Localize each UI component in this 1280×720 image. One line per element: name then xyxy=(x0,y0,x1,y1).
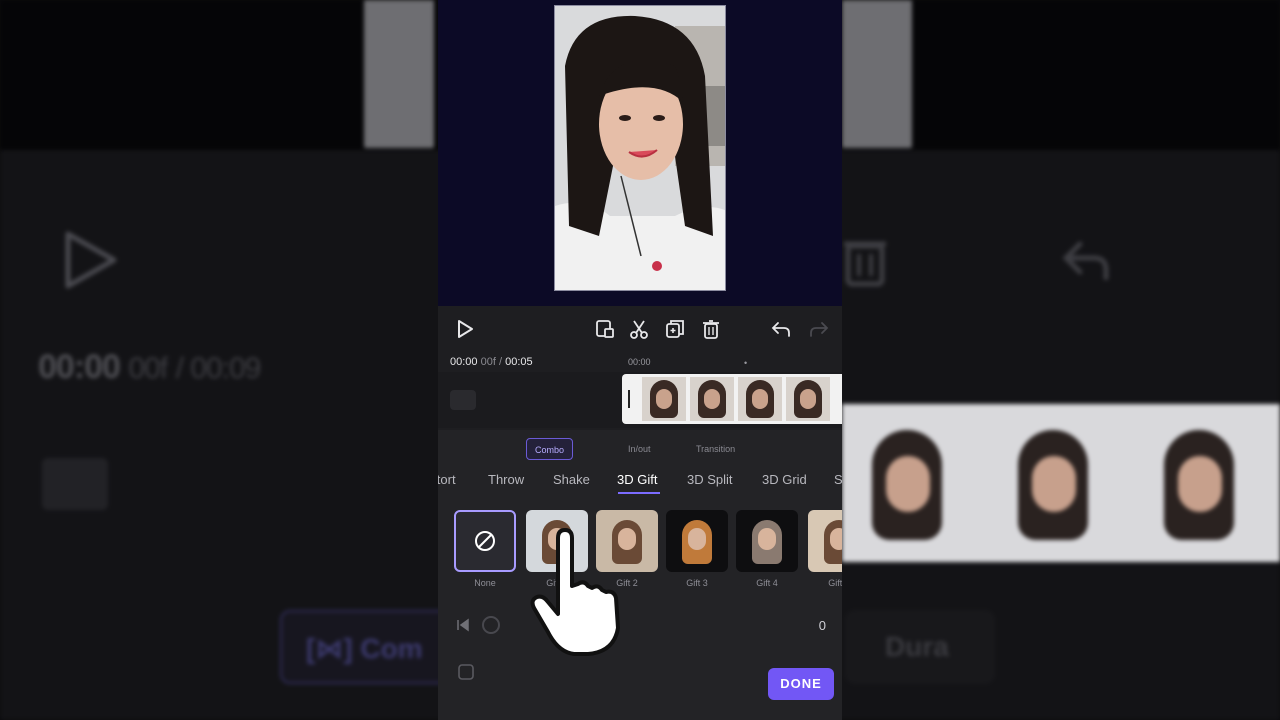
bg-preview-edge-right xyxy=(842,0,912,148)
effect-list: None Gift 1 Gift 2 Gift 3 Gift 4 Gift 5 xyxy=(438,508,842,588)
duplicate-icon[interactable] xyxy=(664,318,686,340)
effect-label: Gift 5 xyxy=(828,578,842,588)
bg-undo-icon xyxy=(1062,241,1109,280)
effect-thumb-face xyxy=(688,528,706,550)
tab-distort[interactable]: Distort xyxy=(438,472,456,487)
bg-time-readout: 00:00 00f / 00:09 xyxy=(38,348,262,387)
effect-none[interactable] xyxy=(454,510,516,572)
slider-thumb[interactable] xyxy=(482,616,500,634)
effect-label: None xyxy=(474,578,496,588)
bg-clip-strip xyxy=(842,404,1280,562)
tab-scan[interactable]: Scan xyxy=(834,472,842,487)
bg-time-rest: / 00:09 xyxy=(175,352,262,385)
time-readout: 00:00 00f / 00:05 xyxy=(450,356,533,368)
clip-frame-thumb xyxy=(786,377,830,421)
clip-frame-thumb xyxy=(690,377,734,421)
effect-label: Gift 4 xyxy=(756,578,778,588)
timeline-track xyxy=(438,372,842,428)
effect-gift-5[interactable] xyxy=(808,510,842,572)
tab-throw[interactable]: Throw xyxy=(488,472,524,487)
clip-frame-thumb xyxy=(642,377,686,421)
bg-duration-button: Dura xyxy=(845,610,995,684)
bg-time-frame: 00f xyxy=(128,352,168,385)
bg-frame-thumb xyxy=(988,410,1128,556)
mute-toggle-button[interactable] xyxy=(450,390,476,410)
undo-icon[interactable] xyxy=(770,318,792,340)
time-current: 00:00 xyxy=(450,356,478,368)
bg-combo-button: [⋈] Com xyxy=(280,610,450,684)
tab-3d-grid[interactable]: 3D Grid xyxy=(762,472,807,487)
split-screen-icon[interactable] xyxy=(594,318,616,340)
portrait-image xyxy=(555,6,725,290)
intensity-slider-row: 0 xyxy=(438,610,842,640)
time-total: 00:05 xyxy=(505,356,533,368)
category-tabs: Distort Throw Shake 3D Gift 3D Split 3D … xyxy=(438,472,842,492)
clip-trim-handle[interactable] xyxy=(628,390,630,408)
ruler-marker: • xyxy=(744,358,748,368)
done-button[interactable]: DONE xyxy=(768,668,834,700)
preview-photo xyxy=(554,5,726,291)
bg-frame-thumb xyxy=(842,410,982,556)
clip-frame-thumb xyxy=(738,377,782,421)
effect-label: Gift 3 xyxy=(686,578,708,588)
redo-icon[interactable] xyxy=(808,318,830,340)
phone-editor: 00:00 00f / 00:05 00:00 • Combo In/out T… xyxy=(438,0,842,720)
ruler-label: 00:00 xyxy=(628,357,651,367)
trash-icon[interactable] xyxy=(700,318,722,340)
effect-thumb-face xyxy=(758,528,776,550)
effect-thumb-face xyxy=(830,528,842,550)
none-icon xyxy=(475,531,495,551)
segment-transition[interactable]: Transition xyxy=(688,438,743,460)
play-icon[interactable] xyxy=(454,318,476,340)
bg-trash-icon xyxy=(844,241,886,287)
pointer-hand-icon xyxy=(530,528,620,656)
editor-toolbar xyxy=(438,310,842,348)
effect-gift-4[interactable] xyxy=(736,510,798,572)
tab-shake[interactable]: Shake xyxy=(553,472,590,487)
video-clip[interactable] xyxy=(622,374,842,424)
bg-preview-edge-left xyxy=(364,0,434,148)
time-frame: 00f xyxy=(480,356,496,368)
segment-in-out[interactable]: In/out xyxy=(620,438,659,460)
bg-mute-button xyxy=(42,458,108,510)
bg-frame-thumb xyxy=(1134,410,1274,556)
bg-time-current: 00:00 xyxy=(38,348,121,386)
apply-all-icon[interactable] xyxy=(456,662,476,682)
speed-icon xyxy=(457,618,469,632)
slider-value: 0 xyxy=(818,618,826,633)
scissors-icon[interactable] xyxy=(628,318,650,340)
tab-3d-split[interactable]: 3D Split xyxy=(687,472,733,487)
effects-panel: Combo In/out Transition Distort Throw Sh… xyxy=(438,430,842,720)
video-preview xyxy=(438,0,842,306)
bg-play-icon xyxy=(65,231,117,289)
time-separator: / xyxy=(498,356,503,368)
tab-3d-gift[interactable]: 3D Gift xyxy=(617,472,657,487)
effect-gift-3[interactable] xyxy=(666,510,728,572)
active-tab-indicator xyxy=(618,492,660,494)
segment-combo[interactable]: Combo xyxy=(526,438,574,460)
